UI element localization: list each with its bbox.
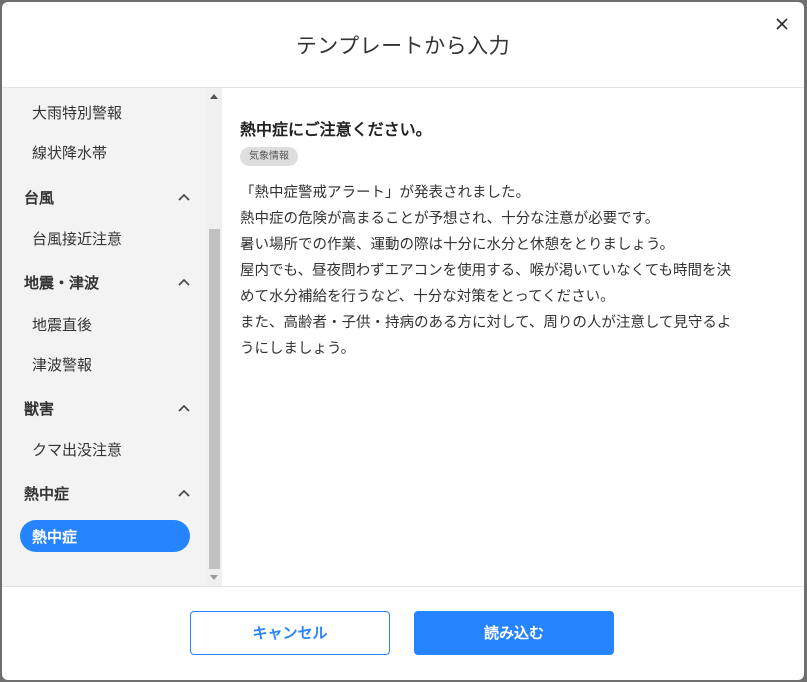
dialog-footer: キャンセル 読み込む [2,586,804,680]
dialog-title: テンプレートから入力 [295,34,511,58]
sidebar-item-after-earthquake[interactable]: 地震直後 [32,314,92,335]
template-title: 熱中症にご注意ください。 [240,120,432,139]
body-line: 「熱中症警戒アラート」が発表されました。 [240,185,530,201]
close-icon [776,18,788,30]
scrollbar-thumb[interactable] [209,229,220,569]
sidebar-item-bear-sighting[interactable]: クマ出没注意 [32,439,122,460]
template-preview: 熱中症にご注意ください。 気象情報 「熱中症警戒アラート」が発表されました。 熱… [222,88,804,586]
sidebar-item-typhoon-approach[interactable]: 台風接近注意 [32,228,122,249]
sidebar-item-heavy-rain[interactable]: 大雨特別警報 [32,102,122,123]
close-button[interactable] [772,14,792,34]
body-line: うにしましょう。 [240,341,356,357]
sidebar-item-linear-rainband[interactable]: 線状降水帯 [32,142,107,163]
sidebar-group-typhoon[interactable]: 台風 [24,187,194,211]
template-body: 「熱中症警戒アラート」が発表されました。 熱中症の危険が高まることが予想され、十… [240,180,790,362]
sidebar-scrollbar[interactable] [207,88,222,586]
category-badge: 気象情報 [240,147,298,166]
chevron-up-icon [178,404,190,412]
cancel-button[interactable]: キャンセル [190,611,390,655]
dialog-header: テンプレートから入力 [2,2,804,88]
sidebar-group-earthquake[interactable]: 地震・津波 [24,272,194,296]
body-line: また、高齢者・子供・持病のある方に対して、周りの人が注意して見守るよ [240,315,732,331]
chevron-up-icon [178,278,190,286]
sidebar-item-heatstroke-active[interactable]: 熱中症 [20,520,190,552]
body-line: 熱中症の危険が高まることが予想され、十分な注意が必要です。 [240,211,660,227]
template-dialog: テンプレートから入力 大雨特別警報 線状降水帯 台風 台風接近注意 地震・津波 … [2,2,804,680]
body-line: 暑い場所での作業、運動の際は十分に水分と休憩をとりましょう。 [240,237,675,253]
sidebar-group-wildlife[interactable]: 獣害 [24,398,194,422]
load-button[interactable]: 読み込む [414,611,614,655]
body-line: めて水分補給を行うなど、十分な対策をとってください。 [240,289,615,305]
chevron-up-icon [178,489,190,497]
sidebar-group-label: 獣害 [24,400,55,418]
template-sidebar: 大雨特別警報 線状降水帯 台風 台風接近注意 地震・津波 地震直後 津波警報 獣… [2,88,222,586]
sidebar-group-label: 台風 [24,189,55,207]
sidebar-group-heatstroke[interactable]: 熱中症 [24,483,194,507]
sidebar-group-label: 地震・津波 [24,274,100,292]
scroll-down-icon[interactable] [210,575,218,580]
body-line: 屋内でも、昼夜問わずエアコンを使用する、喉が渇いていなくても時間を決 [240,263,731,279]
sidebar-item-label: 熱中症 [32,528,78,546]
sidebar-item-tsunami-warning[interactable]: 津波警報 [32,354,92,375]
sidebar-group-label: 熱中症 [24,485,70,503]
scroll-up-icon[interactable] [210,94,218,99]
chevron-up-icon [178,193,190,201]
